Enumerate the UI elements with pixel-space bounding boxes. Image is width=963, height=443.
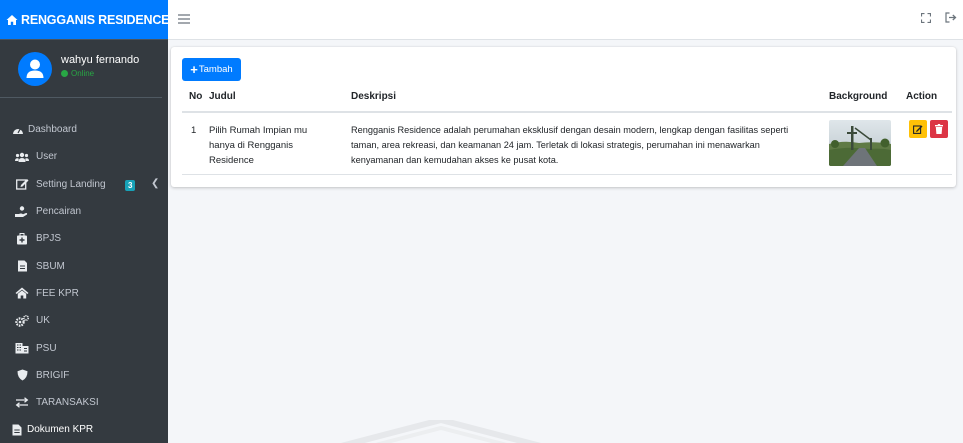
plus-icon: + xyxy=(190,61,198,77)
cell-judul-line: Residence xyxy=(209,155,254,166)
fullscreen-icon[interactable] xyxy=(920,12,932,26)
users-icon xyxy=(15,151,29,163)
sidebar-item-label: PSU xyxy=(36,342,57,354)
sidebar-item-user[interactable]: User xyxy=(0,143,168,170)
sidebar-item-dokumen-kpr[interactable]: Dokumen KPR xyxy=(0,416,168,443)
shield-icon xyxy=(15,369,29,381)
avatar[interactable] xyxy=(18,51,52,86)
top-navbar xyxy=(168,0,963,40)
sidebar-item-label: Pencairan xyxy=(36,206,82,218)
column-header-no: No xyxy=(189,91,203,102)
cell-no: 1 xyxy=(191,125,197,136)
cell-deskripsi-line: Rengganis Residence adalah perumahan eks… xyxy=(351,125,789,135)
count-badge: 3 xyxy=(125,179,136,191)
trash-icon xyxy=(935,124,943,134)
sidebar-item-label: FEE KPR xyxy=(36,287,79,299)
sidebar-item-label: UK xyxy=(36,315,50,327)
cell-judul: Pilih Rumah Impian mu hanya di Rengganis… xyxy=(209,123,334,168)
cell-deskripsi-line: kenyamanan dan kemudahan akses ke pusat … xyxy=(351,155,559,165)
sidebar-item-brigif[interactable]: BRIGIF xyxy=(0,362,168,389)
sidebar-item-dashboard[interactable]: Dashboard xyxy=(0,116,168,143)
tachometer-icon xyxy=(11,124,25,136)
logout-icon[interactable] xyxy=(945,12,957,26)
sidebar-menu: Dashboard User Setting Landing 3 ❮ Penca… xyxy=(0,116,168,443)
watermark-logo xyxy=(340,420,542,443)
edit-icon xyxy=(15,178,29,190)
exchange-icon xyxy=(15,397,29,409)
edit-icon xyxy=(913,125,923,134)
sidebar-item-uk[interactable]: UK xyxy=(0,307,168,334)
sidebar-item-label: BPJS xyxy=(36,233,62,245)
column-header-deskripsi: Deskripsi xyxy=(351,91,397,102)
user-name[interactable]: wahyu fernando xyxy=(61,54,139,66)
brand-link[interactable]: RENGGANIS RESIDENCE xyxy=(0,0,170,40)
sidebar-item-label: Dashboard xyxy=(28,124,77,136)
user-status: Online xyxy=(61,69,139,78)
file-icon xyxy=(15,260,29,272)
home-icon xyxy=(6,14,18,25)
sidebar-item-setting-landing[interactable]: Setting Landing 3 ❮ xyxy=(0,171,168,198)
sidebar: RENGGANIS RESIDENCE wahyu fernando Onlin… xyxy=(0,0,170,443)
sidebar-item-label: Dokumen KPR xyxy=(27,424,94,436)
table-row-divider xyxy=(182,174,952,175)
sidebar-item-label: User xyxy=(36,151,58,163)
edit-button[interactable] xyxy=(909,120,927,138)
user-avatar-icon xyxy=(26,59,44,78)
user-panel: wahyu fernando Online xyxy=(0,40,162,98)
content-card: + Tambah No Judul Deskripsi Background A… xyxy=(171,47,956,187)
building-icon xyxy=(15,342,29,354)
add-button[interactable]: + Tambah xyxy=(182,58,241,81)
medkit-icon xyxy=(15,232,29,245)
cell-judul-line: hanya di Rengganis xyxy=(209,140,293,151)
sidebar-item-label: Setting Landing xyxy=(36,178,106,190)
sidebar-item-sbum[interactable]: SBUM xyxy=(0,252,168,279)
cell-deskripsi-line: taman, area rekreasi, dan keamanan 24 ja… xyxy=(351,140,760,150)
table-header-divider xyxy=(182,111,952,113)
sidebar-item-psu[interactable]: PSU xyxy=(0,334,168,361)
brand-title: RENGGANIS RESIDENCE xyxy=(21,12,170,27)
sidebar-item-label: SBUM xyxy=(36,260,65,272)
cell-deskripsi: Rengganis Residence adalah perumahan eks… xyxy=(351,123,821,168)
add-button-label: Tambah xyxy=(198,64,233,75)
column-header-judul: Judul xyxy=(209,91,236,102)
delete-button[interactable] xyxy=(930,120,948,138)
cogs-icon xyxy=(15,314,29,327)
menu-toggle-icon[interactable] xyxy=(178,13,190,27)
column-header-background: Background xyxy=(829,91,888,102)
document-icon xyxy=(10,424,24,436)
sidebar-item-fee-kpr[interactable]: FEE KPR xyxy=(0,280,168,307)
sidebar-item-bpjs[interactable]: BPJS xyxy=(0,225,168,252)
online-dot-icon xyxy=(61,69,68,77)
background-image xyxy=(829,120,891,166)
home-icon xyxy=(15,287,29,299)
user-status-label: Online xyxy=(71,68,95,78)
sidebar-item-label: BRIGIF xyxy=(36,369,70,381)
column-header-action: Action xyxy=(906,91,938,102)
cell-judul-line: Pilih Rumah Impian mu xyxy=(209,125,308,136)
sidebar-item-pencairan[interactable]: Pencairan xyxy=(0,198,168,225)
hand-holding-icon xyxy=(15,205,29,218)
chevron-left-icon[interactable]: ❮ xyxy=(151,178,159,189)
sidebar-item-label: TARANSAKSI xyxy=(36,397,99,409)
sidebar-item-taransaksi[interactable]: TARANSAKSI xyxy=(0,389,168,416)
